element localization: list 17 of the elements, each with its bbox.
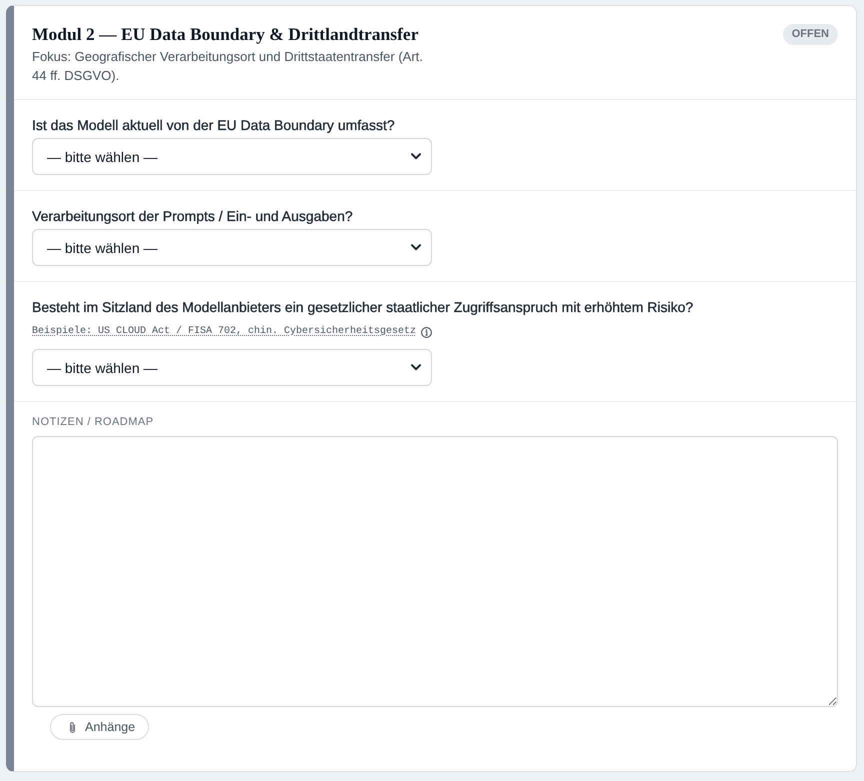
answer-dropdown[interactable]: — bitte wählen — [32,349,432,386]
question-label: Verarbeitungsort der Prompts / Ein- und Ausgaben? [32,207,353,225]
question-label: Besteht im Sitzland des Modellanbieters ein gesetzlicher staatlicher Zugriffsanspruch mit erhöhtem Risiko? [32,298,694,316]
answer-dropdown[interactable]: — bitte wählen — [32,138,432,175]
hint-text: Beispiele: US CLOUD Act / FISA 702, chin. Cybersicherheitsgesetz [32,325,416,339]
question-label: Ist das Modell aktuell von der EU Data Boundary umfasst? [32,116,395,134]
chevron-down-icon [411,153,421,160]
module-title: Modul 2 — EU Data Boundary & Drittlandtransfer [32,23,420,45]
paperclip-icon [68,720,77,734]
module-description: Fokus: Geografischer Verarbeitungsort und Drittstaatentransfer (Art. 44 ff. DSGVO). [32,48,424,85]
answer-dropdown[interactable]: — bitte wählen — [32,229,432,266]
status-badge: OFFEN [782,24,838,45]
chevron-down-icon [411,244,421,251]
info-icon[interactable] [421,326,432,338]
chevron-down-icon [411,364,421,371]
attachments-button[interactable]: Anhänge [50,714,150,740]
notes-label: NOTIZEN / ROADMAP [32,415,154,429]
